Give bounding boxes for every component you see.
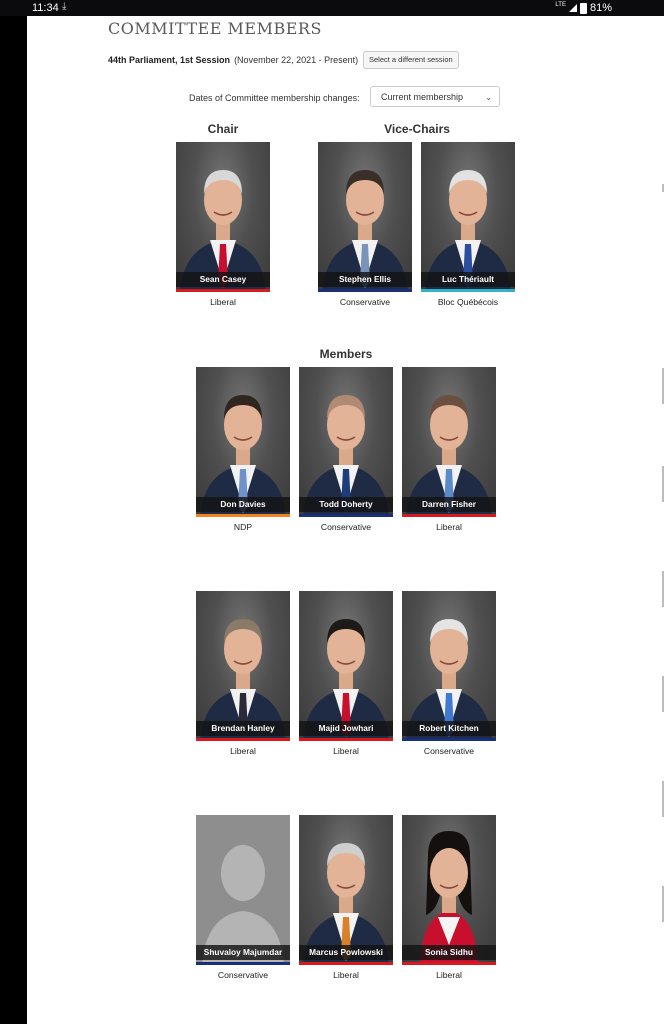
member-party: NDP: [233, 522, 253, 532]
page-title: COMMITTEE MEMBERS: [108, 19, 322, 38]
member-party: Bloc Québécois: [437, 297, 499, 307]
member-name[interactable]: Majid Jowhari: [299, 721, 393, 736]
committee-page: COMMITTEE MEMBERS 44th Parliament, 1st S…: [27, 16, 664, 1024]
member-photo[interactable]: Shuvaloy Majumdar: [196, 815, 290, 965]
member-card[interactable]: Robert Kitchen Conservative: [402, 591, 496, 756]
chair-heading: Chair: [207, 122, 239, 136]
party-color-line: [176, 289, 270, 292]
status-time: 11:34: [32, 2, 59, 14]
member-party: Liberal: [230, 746, 256, 756]
membership-select-value: Current membership: [381, 92, 464, 102]
vice-chairs-heading: Vice-Chairs: [384, 122, 450, 136]
chevron-down-icon: ⌄: [485, 93, 492, 102]
member-party: Liberal: [436, 970, 462, 980]
party-color-line: [402, 514, 496, 517]
network-type: LTE: [555, 2, 566, 8]
party-color-line: [196, 738, 290, 741]
member-photo[interactable]: Todd Doherty: [299, 367, 393, 517]
member-name[interactable]: Stephen Ellis: [318, 272, 412, 287]
member-name[interactable]: Todd Doherty: [299, 497, 393, 512]
session-dates: (November 22, 2021 - Present): [234, 55, 359, 65]
party-color-line: [299, 738, 393, 741]
member-party: Liberal: [210, 297, 236, 307]
download-icon: ⤓: [62, 1, 67, 12]
member-party: Conservative: [217, 970, 269, 980]
member-photo[interactable]: Luc Thériault: [421, 142, 515, 292]
member-name[interactable]: Luc Thériault: [421, 272, 515, 287]
member-card-vice-chair[interactable]: Stephen Ellis Conservative: [318, 142, 412, 307]
member-card[interactable]: Darren Fisher Liberal: [402, 367, 496, 532]
party-color-line: [421, 289, 515, 292]
battery-icon: [579, 2, 587, 14]
membership-select[interactable]: Current membership ⌄: [370, 86, 500, 107]
member-name[interactable]: Sonia Sidhu: [402, 945, 496, 960]
membership-dates-label: Dates of Committee membership changes:: [189, 93, 360, 103]
member-photo[interactable]: Darren Fisher: [402, 367, 496, 517]
member-photo[interactable]: Don Davies: [196, 367, 290, 517]
member-name[interactable]: Brendan Hanley: [196, 721, 290, 736]
member-party: Liberal: [333, 746, 359, 756]
member-name[interactable]: Shuvaloy Majumdar: [196, 945, 290, 960]
member-card[interactable]: Sonia Sidhu Liberal: [402, 815, 496, 980]
party-color-line: [299, 962, 393, 965]
battery-level: 81%: [589, 2, 612, 14]
signal-icon: [568, 4, 577, 12]
member-party: Conservative: [339, 297, 391, 307]
status-right: LTE 81%: [555, 2, 612, 14]
member-party: Conservative: [423, 746, 475, 756]
members-heading: Members: [319, 347, 373, 361]
status-bar: 11:34 ⤓ LTE 81%: [0, 0, 664, 16]
member-card[interactable]: Marcus Powlowski Liberal: [299, 815, 393, 980]
member-photo[interactable]: Majid Jowhari: [299, 591, 393, 741]
member-card[interactable]: Shuvaloy Majumdar Conservative: [196, 815, 290, 980]
member-photo[interactable]: Marcus Powlowski: [299, 815, 393, 965]
member-name[interactable]: Darren Fisher: [402, 497, 496, 512]
party-color-line: [402, 738, 496, 741]
member-party: Conservative: [320, 522, 372, 532]
select-session-button[interactable]: Select a different session: [363, 51, 459, 69]
member-party: Liberal: [436, 522, 462, 532]
party-color-line: [196, 514, 290, 517]
member-card[interactable]: Todd Doherty Conservative: [299, 367, 393, 532]
member-photo[interactable]: Sean Casey: [176, 142, 270, 292]
session-info: 44th Parliament, 1st Session (November 22…: [108, 55, 358, 65]
member-name[interactable]: Don Davies: [196, 497, 290, 512]
member-card[interactable]: Don Davies NDP: [196, 367, 290, 532]
member-card-chair[interactable]: Sean Casey Liberal: [176, 142, 270, 307]
member-name[interactable]: Sean Casey: [176, 272, 270, 287]
member-photo[interactable]: Stephen Ellis: [318, 142, 412, 292]
party-color-line: [299, 514, 393, 517]
member-name[interactable]: Marcus Powlowski: [299, 945, 393, 960]
member-party: Liberal: [333, 970, 359, 980]
party-color-line: [196, 962, 290, 965]
party-color-line: [402, 962, 496, 965]
member-photo[interactable]: Robert Kitchen: [402, 591, 496, 741]
member-name[interactable]: Robert Kitchen: [402, 721, 496, 736]
left-edge: [0, 16, 27, 1024]
member-card-vice-chair[interactable]: Luc Thériault Bloc Québécois: [421, 142, 515, 307]
member-photo[interactable]: Sonia Sidhu: [402, 815, 496, 965]
member-photo[interactable]: Brendan Hanley: [196, 591, 290, 741]
party-color-line: [318, 289, 412, 292]
session-title: 44th Parliament, 1st Session: [108, 55, 231, 65]
member-card[interactable]: Brendan Hanley Liberal: [196, 591, 290, 756]
member-card[interactable]: Majid Jowhari Liberal: [299, 591, 393, 756]
